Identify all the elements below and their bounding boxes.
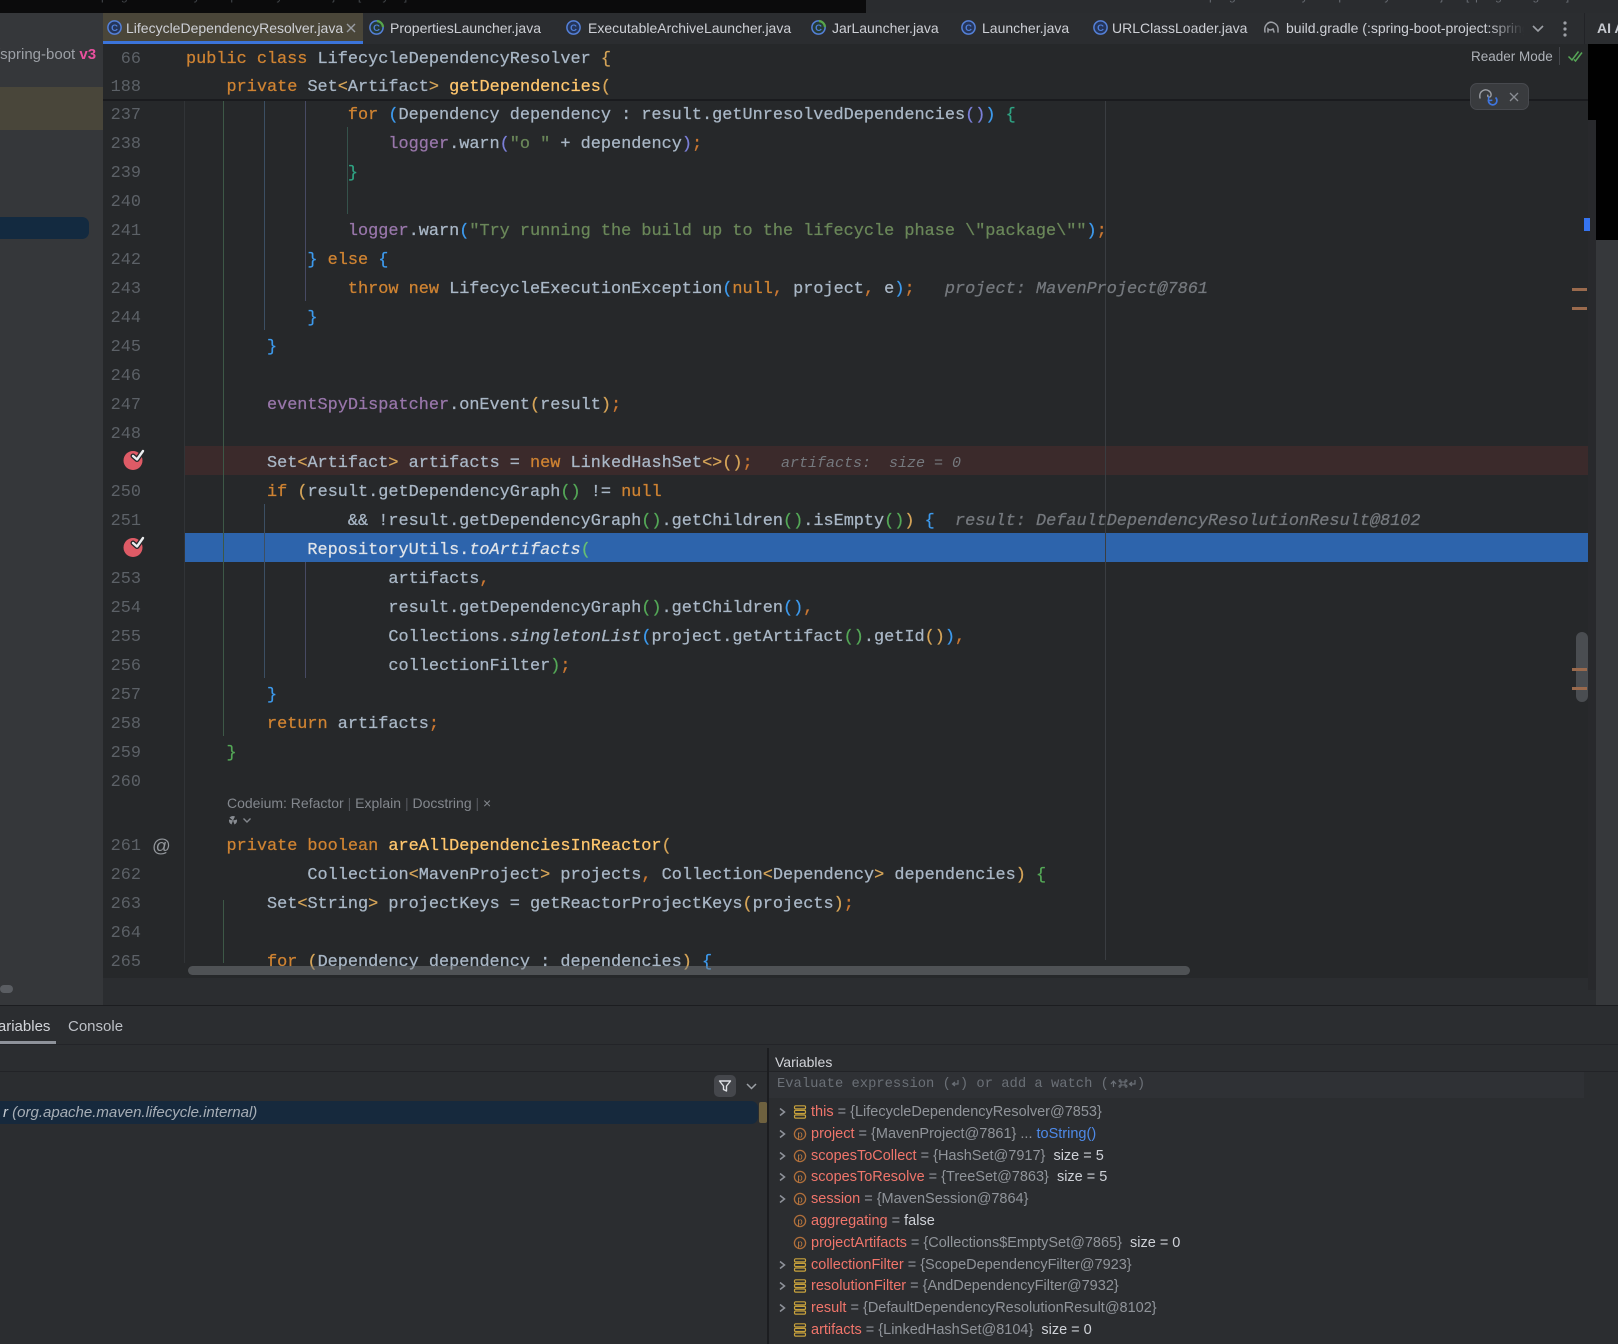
svg-text:C: C xyxy=(373,23,380,34)
svg-text:C: C xyxy=(1097,23,1104,34)
svg-text:p: p xyxy=(797,1238,802,1249)
svg-text:C: C xyxy=(965,23,972,34)
svg-text:p: p xyxy=(797,1151,802,1162)
svg-text:p: p xyxy=(797,1216,802,1227)
svg-text:C: C xyxy=(815,23,822,34)
svg-text:C: C xyxy=(570,23,577,34)
svg-text:p: p xyxy=(797,1129,802,1140)
svg-text:p: p xyxy=(797,1172,802,1183)
svg-text:C: C xyxy=(111,23,118,34)
svg-text:p: p xyxy=(797,1194,802,1205)
